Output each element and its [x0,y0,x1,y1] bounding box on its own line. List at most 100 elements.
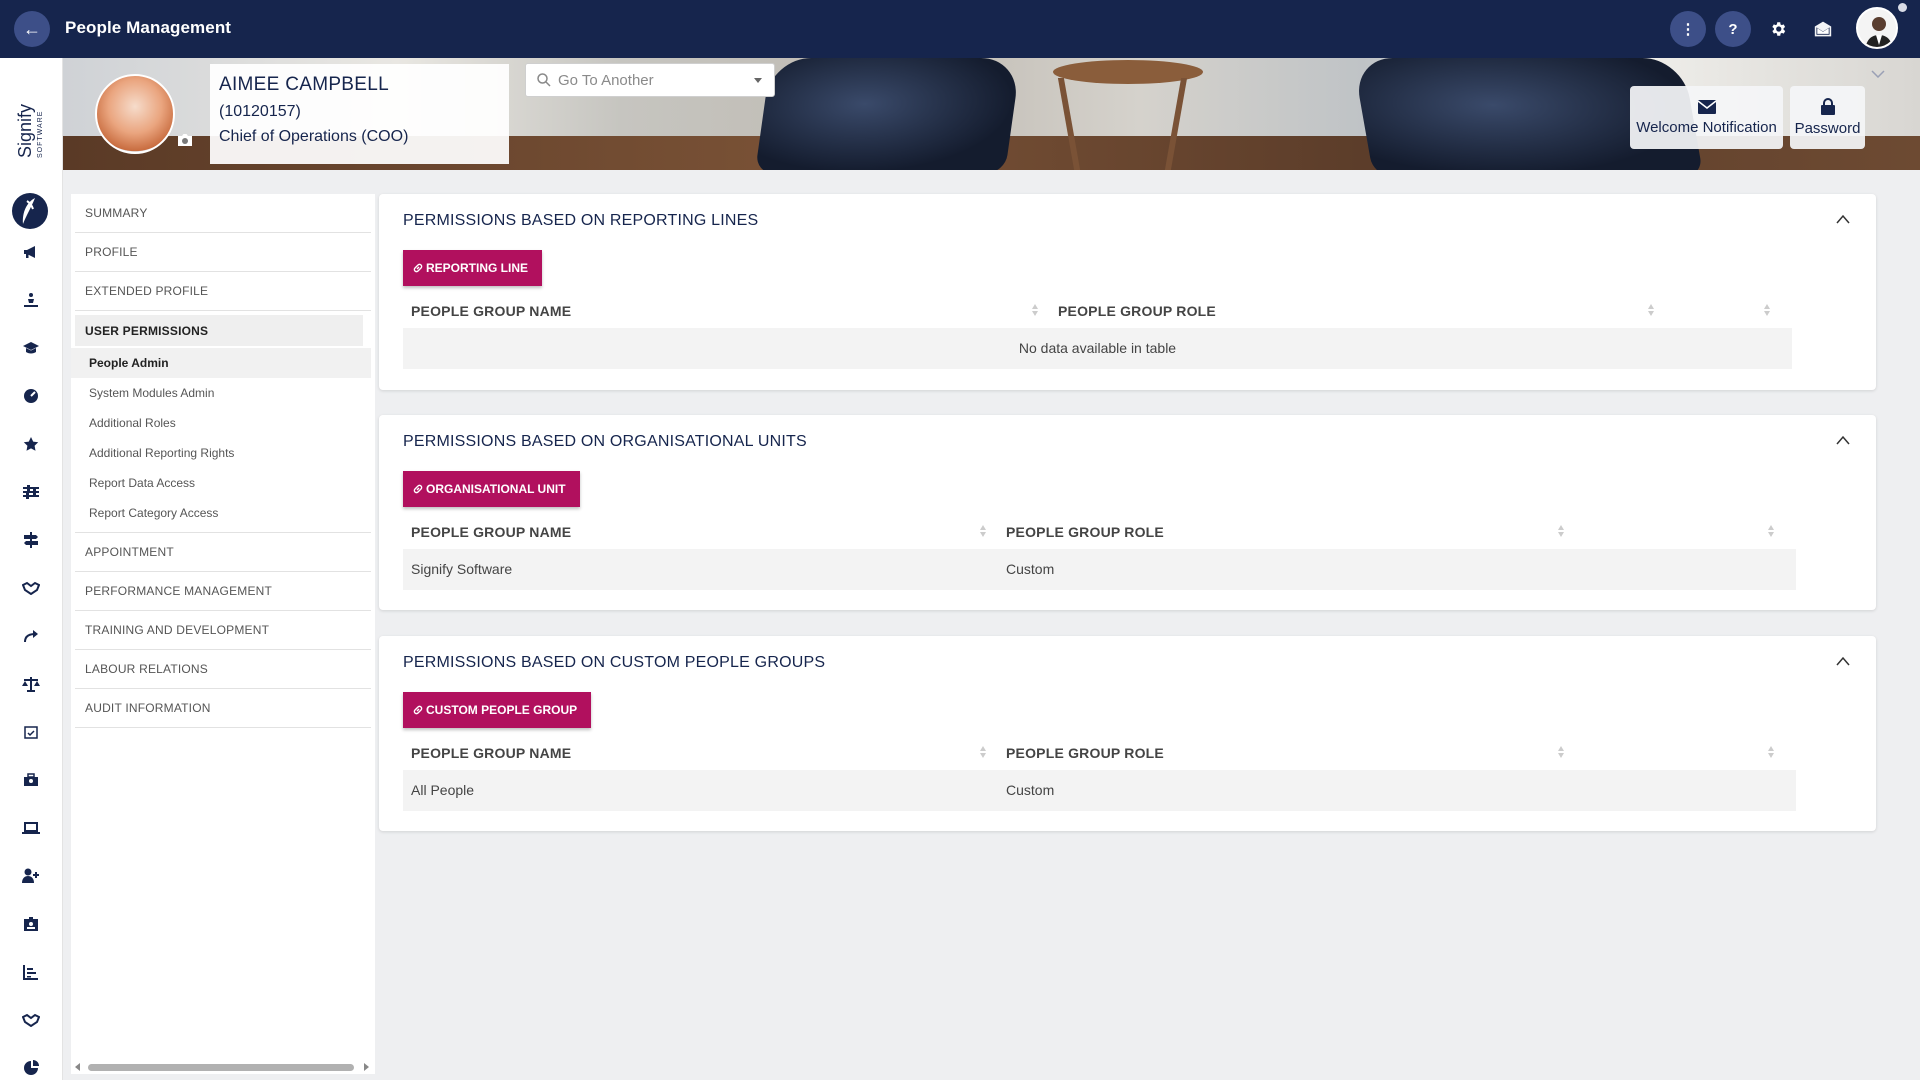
logo-subtext: SOFTWARE [37,110,44,158]
link-icon [413,263,423,273]
scroll-right-icon[interactable] [364,1063,369,1071]
button-label: ORGANISATIONAL UNIT [426,482,566,496]
sort-icon[interactable] [979,523,987,539]
column-header[interactable]: PEOPLE GROUP NAME [411,524,571,540]
table-empty-row: No data available in table [403,328,1792,369]
profile-photo [95,74,175,154]
user-avatar[interactable] [1856,7,1898,49]
sort-icon[interactable] [1557,523,1565,539]
password-button[interactable]: Password [1790,86,1865,149]
nav-item-performance-management[interactable]: PERFORMANCE MANAGEMENT [75,572,371,611]
graduation-cap-icon[interactable] [20,337,42,359]
sliders-icon[interactable] [20,481,42,503]
top-bar: ← People Management ⋮ ? [0,0,1920,58]
column-header[interactable]: PEOPLE GROUP ROLE [1058,303,1216,319]
briefcase-user-icon[interactable] [20,769,42,791]
welcome-notification-label: Welcome Notification [1636,118,1777,136]
chevron-up-icon[interactable] [1836,656,1850,666]
add-custom-people-group-button[interactable]: CUSTOM PEOPLE GROUP [403,692,592,728]
envelope-open-icon [1814,21,1832,37]
chevron-down-icon[interactable] [1871,70,1885,78]
left-rail: Signify SOFTWARE [0,58,63,1080]
search-icon [537,73,551,87]
nav-item-training-and-development[interactable]: TRAINING AND DEVELOPMENT [75,611,371,650]
button-label: CUSTOM PEOPLE GROUP [426,703,578,717]
go-to-another-select[interactable]: Go To Another [525,63,775,97]
horizontal-scrollbar[interactable] [71,1060,375,1074]
cell-group-name: Signify Software [411,561,513,577]
table-row[interactable]: Signify Software Custom [403,549,1796,590]
nav-subitem-report-category-access[interactable]: Report Category Access [71,498,371,528]
signpost-icon[interactable] [20,529,42,551]
column-header[interactable]: PEOPLE GROUP NAME [411,303,571,319]
nav-subitem-system-modules-admin[interactable]: System Modules Admin [71,378,371,408]
button-label: REPORTING LINE [426,261,529,275]
route-icon[interactable] [20,625,42,647]
gauge-icon[interactable] [20,385,42,407]
add-reporting-line-button[interactable]: REPORTING LINE [403,250,543,286]
nav-item-labour-relations[interactable]: LABOUR RELATIONS [75,650,371,689]
nav-subitem-additional-roles[interactable]: Additional Roles [71,408,371,438]
nav-subitem-additional-reporting-rights[interactable]: Additional Reporting Rights [71,438,371,468]
app-title: People Management [65,18,232,37]
sort-icon[interactable] [1557,744,1565,760]
nav-subitem-report-data-access[interactable]: Report Data Access [71,468,371,498]
laptop-icon[interactable] [20,817,42,839]
nav-item-appointment[interactable]: APPOINTMENT [75,533,371,572]
banner-chair [754,58,1022,170]
sort-icon[interactable] [1767,744,1775,760]
link-icon [413,484,423,494]
settings-button[interactable] [1760,11,1796,47]
sort-icon[interactable] [1763,302,1771,318]
more-menu-button[interactable]: ⋮ [1670,11,1706,47]
nav-item-extended-profile[interactable]: EXTENDED PROFILE [75,272,371,311]
handshake-alt-icon[interactable] [20,1009,42,1031]
scales-icon[interactable] [20,673,42,695]
go-to-placeholder: Go To Another [558,71,654,89]
logo-text: Signify [15,103,35,158]
table-row[interactable]: All People Custom [403,770,1796,811]
messages-button[interactable] [1805,11,1841,47]
column-header[interactable]: PEOPLE GROUP ROLE [1006,524,1164,540]
person-meditate-icon[interactable] [20,289,42,311]
table-header: PEOPLE GROUP NAME PEOPLE GROUP ROLE [403,513,1796,549]
organisational-units-card: PERMISSIONS BASED ON ORGANISATIONAL UNIT… [379,415,1876,610]
custom-people-groups-card: PERMISSIONS BASED ON CUSTOM PEOPLE GROUP… [379,636,1876,831]
table-header: PEOPLE GROUP NAME PEOPLE GROUP ROLE [403,292,1788,328]
sort-icon[interactable] [979,744,987,760]
nav-item-summary[interactable]: SUMMARY [75,194,371,233]
user-plus-icon[interactable] [20,865,42,887]
chevron-up-icon[interactable] [1836,435,1850,445]
scrollbar-thumb[interactable] [88,1064,354,1071]
sort-icon[interactable] [1647,302,1655,318]
chart-bar-icon[interactable] [20,961,42,983]
chevron-up-icon[interactable] [1836,214,1850,224]
column-header[interactable]: PEOPLE GROUP NAME [411,745,571,761]
pie-chart-icon[interactable] [20,1057,42,1079]
nav-item-audit-information[interactable]: AUDIT INFORMATION [75,689,371,728]
cell-group-role: Custom [1006,561,1055,577]
scroll-left-icon[interactable] [75,1063,80,1071]
column-header[interactable]: PEOPLE GROUP ROLE [1006,745,1164,761]
back-button[interactable]: ← [14,11,50,47]
id-badge-icon[interactable] [20,913,42,935]
gear-icon [1772,22,1786,36]
calendar-check-icon[interactable] [20,721,42,743]
person-name: AIMEE CAMPBELL [219,74,389,95]
sort-icon[interactable] [1767,523,1775,539]
welcome-notification-button[interactable]: Welcome Notification [1630,86,1783,149]
logo-mark-icon [12,193,48,229]
nav-item-user-permissions[interactable]: USER PERMISSIONS [75,315,363,346]
camera-icon[interactable] [177,133,193,147]
add-organisational-unit-button[interactable]: ORGANISATIONAL UNIT [403,471,580,507]
help-button[interactable]: ? [1715,11,1751,47]
nav-item-profile[interactable]: PROFILE [75,233,371,272]
handshake-icon[interactable] [20,577,42,599]
star-icon[interactable] [20,433,42,455]
status-dot [1898,3,1907,12]
nav-subitems: People Admin System Modules Admin Additi… [71,348,371,533]
nav-subitem-people-admin[interactable]: People Admin [71,348,371,378]
person-id: (10120157) [219,103,301,120]
sort-icon[interactable] [1031,302,1039,318]
megaphone-icon[interactable] [20,241,42,263]
